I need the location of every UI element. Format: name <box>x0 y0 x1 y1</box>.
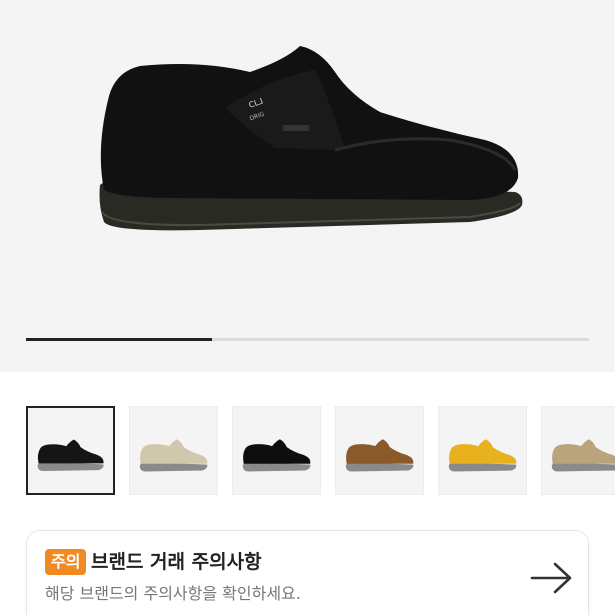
black-suede-shoe-icon <box>37 439 104 472</box>
brown-leather-shoe-icon <box>345 439 414 472</box>
thumbnail-5[interactable] <box>438 406 527 495</box>
thumbnail-strip[interactable] <box>26 406 615 496</box>
thumbnail-6[interactable] <box>541 406 615 495</box>
notice-subtitle: 해당 브랜드의 주의사항을 확인하세요. <box>45 584 301 603</box>
arrow-right-icon[interactable] <box>530 561 574 595</box>
main-product-image: CL⅃ ORIG <box>99 46 523 231</box>
thumbnail-1[interactable] <box>26 406 115 495</box>
yellow-leather-shoe-icon <box>448 439 517 472</box>
thumbnail-3[interactable] <box>232 406 321 495</box>
thumbnail-4[interactable] <box>335 406 424 495</box>
black-suede-shoe-alt-icon <box>242 439 311 472</box>
sand-suede-shoe-icon <box>139 439 208 472</box>
product-image-area[interactable]: CL⅃ ORIG <box>0 0 615 372</box>
beige-suede-shoe-icon <box>551 439 615 472</box>
gallery-progress-fill <box>26 338 212 341</box>
notice-title: 브랜드 거래 주의사항 <box>91 551 262 573</box>
brand-notice-card[interactable]: 주의 브랜드 거래 주의사항 해당 브랜드의 주의사항을 확인하세요. <box>26 530 589 615</box>
gallery-progress-track <box>26 338 589 341</box>
thumbnail-2[interactable] <box>129 406 218 495</box>
notice-badge: 주의 <box>45 549 87 575</box>
